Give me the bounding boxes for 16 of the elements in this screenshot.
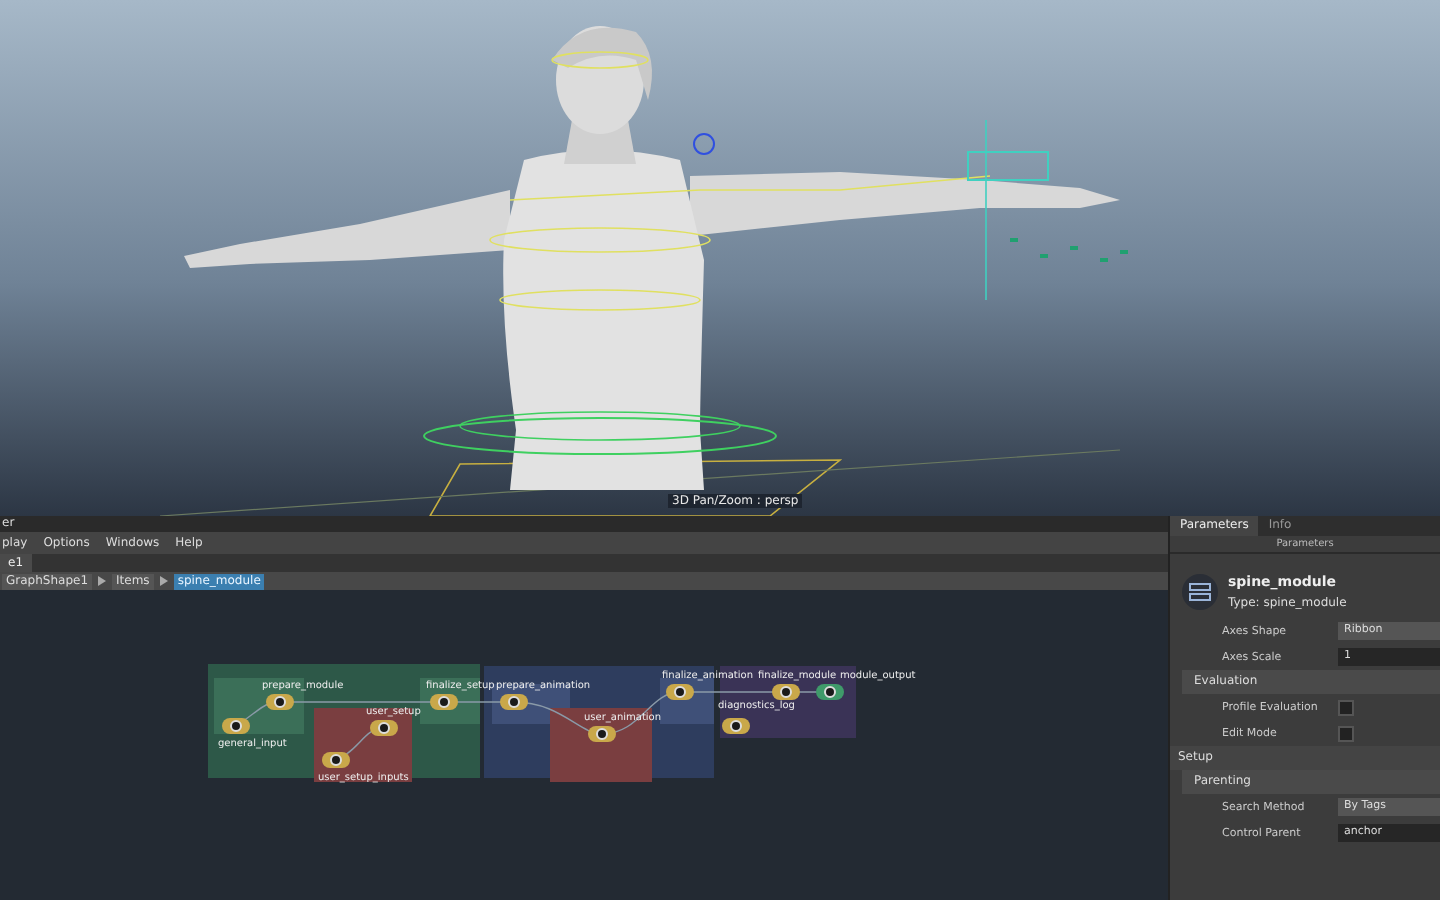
graph-node[interactable] (266, 694, 294, 710)
chevron-icon (98, 576, 107, 586)
checkbox[interactable] (1338, 699, 1354, 715)
graph-node[interactable] (666, 684, 694, 700)
graph-node[interactable] (322, 752, 350, 768)
graph-node[interactable] (370, 720, 398, 736)
graph-node[interactable] (588, 726, 616, 742)
graph-node[interactable] (430, 694, 458, 710)
chevron-icon (159, 576, 168, 586)
graph-node[interactable] (816, 684, 844, 700)
graph-node[interactable] (722, 718, 750, 734)
module-icon (1182, 574, 1218, 610)
graph-node[interactable] (222, 718, 250, 734)
checkbox[interactable] (1338, 725, 1354, 741)
graph-node[interactable] (500, 694, 528, 710)
graph-node[interactable] (772, 684, 800, 700)
